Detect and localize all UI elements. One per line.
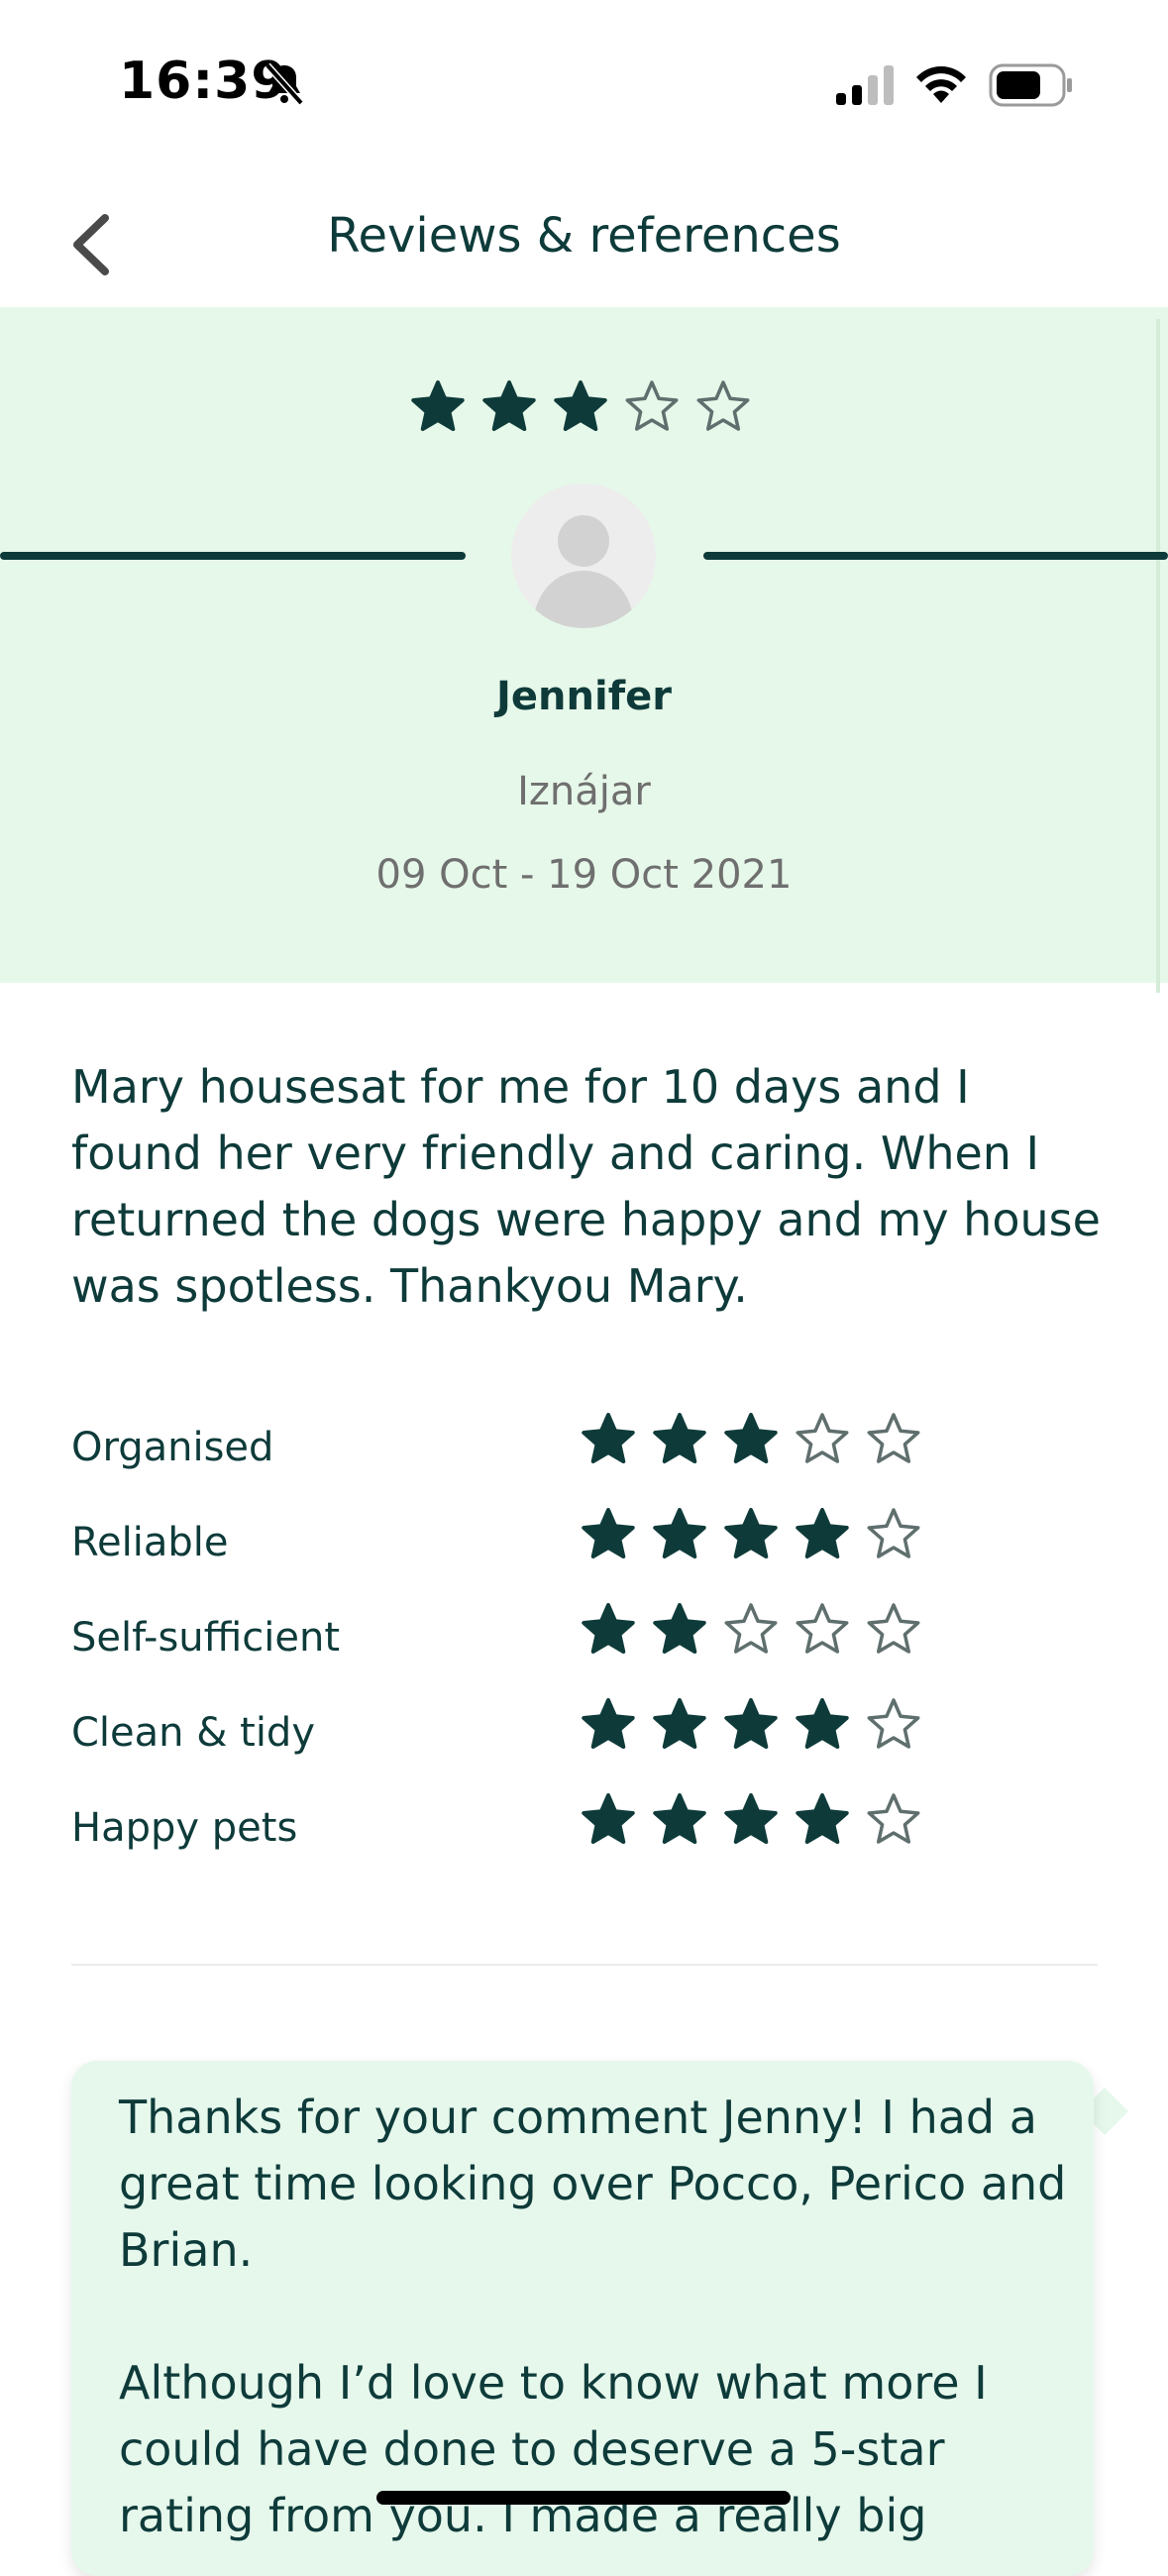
rating-row: Happy pets bbox=[71, 1791, 1102, 1861]
page-title: Reviews & references bbox=[327, 208, 841, 264]
divider-line-left bbox=[0, 552, 466, 560]
star-filled-icon bbox=[411, 380, 465, 432]
star-empty-icon bbox=[867, 1413, 920, 1463]
star-filled-icon bbox=[796, 1698, 849, 1750]
star-empty-icon bbox=[625, 380, 679, 431]
bell-muted-icon bbox=[265, 62, 304, 106]
wifi-icon bbox=[916, 66, 966, 103]
review-dates: 09 Oct - 19 Oct 2021 bbox=[375, 852, 793, 898]
star-filled-icon bbox=[724, 1698, 778, 1750]
review-hero: Jennifer Iznájar 09 Oct - 19 Oct 2021 bbox=[0, 307, 1168, 993]
star-filled-icon bbox=[653, 1793, 706, 1845]
battery-icon bbox=[989, 63, 1072, 107]
cellular-signal-icon bbox=[836, 65, 894, 105]
rating-row: Self-sufficient bbox=[71, 1601, 1102, 1670]
status-bar: 16:39 bbox=[0, 0, 1168, 168]
review-location: Iznájar bbox=[517, 769, 651, 814]
reply-text: Thanks for your comment Jenny! I had a g… bbox=[119, 2091, 1067, 2542]
nav-header: Reviews & references bbox=[0, 168, 1168, 307]
star-empty-icon bbox=[867, 1603, 920, 1654]
rating-row: Reliable bbox=[71, 1506, 1102, 1575]
rating-label: Organised bbox=[71, 1425, 274, 1470]
star-filled-icon bbox=[653, 1413, 706, 1464]
overall-rating-stars bbox=[410, 378, 751, 434]
star-filled-icon bbox=[582, 1508, 635, 1559]
review-text: Mary housesat for me for 10 days and I f… bbox=[71, 1060, 1101, 1313]
star-empty-icon bbox=[796, 1603, 849, 1654]
star-filled-icon bbox=[582, 1698, 635, 1750]
star-empty-icon bbox=[724, 1603, 778, 1654]
star-filled-icon bbox=[554, 380, 607, 432]
star-empty-icon bbox=[867, 1508, 920, 1558]
reviewer-name: Jennifer bbox=[496, 674, 672, 719]
star-filled-icon bbox=[724, 1793, 778, 1845]
rating-stars bbox=[581, 1696, 921, 1752]
rating-label: Reliable bbox=[71, 1520, 229, 1565]
reviewer-avatar[interactable] bbox=[511, 483, 656, 628]
star-filled-icon bbox=[724, 1413, 778, 1464]
star-empty-icon bbox=[867, 1698, 920, 1749]
rating-stars bbox=[581, 1506, 921, 1561]
section-divider bbox=[71, 1964, 1098, 1966]
star-empty-icon bbox=[796, 1413, 849, 1463]
star-filled-icon bbox=[582, 1793, 635, 1845]
rating-label: Clean & tidy bbox=[71, 1710, 315, 1756]
rating-stars bbox=[581, 1601, 921, 1657]
rating-stars bbox=[581, 1411, 921, 1466]
star-filled-icon bbox=[653, 1698, 706, 1750]
star-filled-icon bbox=[653, 1508, 706, 1559]
star-filled-icon bbox=[796, 1508, 849, 1559]
home-indicator[interactable] bbox=[376, 2491, 791, 2505]
rating-label: Self-sufficient bbox=[71, 1615, 341, 1661]
rating-row: Clean & tidy bbox=[71, 1696, 1102, 1766]
divider-line-right bbox=[703, 552, 1168, 560]
star-empty-icon bbox=[867, 1793, 920, 1844]
star-filled-icon bbox=[796, 1793, 849, 1845]
star-empty-icon bbox=[696, 380, 750, 431]
rating-row: Organised bbox=[71, 1411, 1102, 1480]
star-filled-icon bbox=[724, 1508, 778, 1559]
star-filled-icon bbox=[653, 1603, 706, 1655]
star-filled-icon bbox=[582, 1413, 635, 1464]
star-filled-icon bbox=[482, 380, 536, 432]
rating-label: Happy pets bbox=[71, 1805, 298, 1851]
person-placeholder-icon bbox=[533, 515, 634, 628]
rating-stars bbox=[581, 1791, 921, 1847]
star-filled-icon bbox=[582, 1603, 635, 1655]
